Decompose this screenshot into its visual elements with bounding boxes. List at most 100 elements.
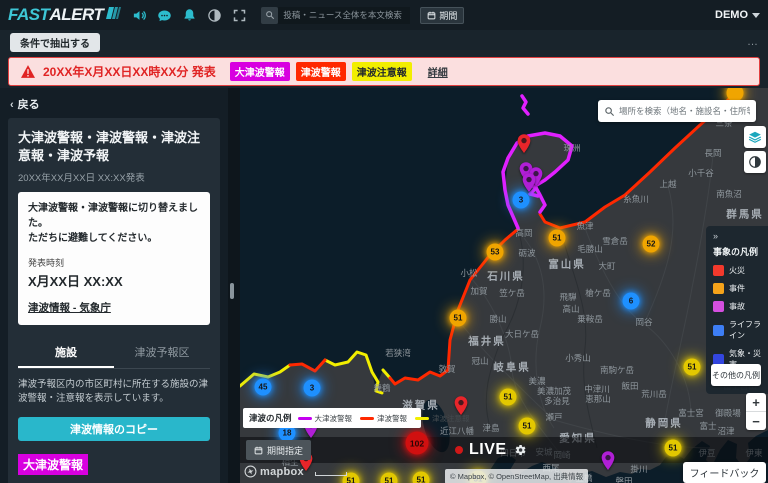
search-icon[interactable] [261,7,278,24]
map-place-label: 長岡 [704,147,721,159]
cluster-marker[interactable]: 51 [549,230,566,247]
contrast-icon[interactable] [207,8,222,23]
filter-toolbar: 条件で抽出する … [0,30,768,55]
chevron-down-icon [752,13,760,18]
more-options-icon[interactable]: … [747,36,760,48]
event-category-icon [713,354,724,365]
time-value: X月XX日 XX:XX [28,271,200,290]
event-legend-item[interactable]: 火災 [713,265,768,276]
cluster-marker[interactable]: 52 [643,236,660,253]
gear-icon[interactable] [513,443,527,457]
cluster-marker[interactable]: 51 [450,310,467,327]
map-search-input[interactable] [619,106,750,116]
mapbox-wordmark: mapbox [260,466,304,478]
chevron-left-icon: ‹ [10,99,14,111]
scrollbar-thumb[interactable] [230,283,234,299]
detail-link[interactable]: 詳細 [428,64,448,79]
cluster-marker[interactable]: 53 [487,244,504,261]
notice-box: 大津波警報・津波警報に切り替えました。 ただちに避難してください。 発表時刻 X… [18,192,210,325]
map-place-label: 瀬戸 [545,411,562,423]
map-contrast-button[interactable] [744,151,766,173]
map-place-label: 糸魚川 [623,193,649,205]
map-place-label: 魚津 [576,220,593,232]
period-button[interactable]: 期間 [420,7,464,24]
cluster-marker[interactable]: 51 [684,359,701,376]
map-place-label: 富士宮 [678,407,704,419]
tsunami-line-swatch [298,417,312,420]
map-place-label: 掛川 [630,463,647,475]
extract-conditions-button[interactable]: 条件で抽出する [10,33,100,52]
fastalert-logo[interactable]: FASTALERT [8,5,122,25]
layers-button[interactable] [744,126,766,148]
pin-marker[interactable] [600,451,616,471]
map-place-label: 乗鞍岳 [577,313,603,325]
mapbox-mark-icon [244,465,257,478]
collapse-legend-icon[interactable]: » [713,231,768,241]
cluster-marker[interactable]: 51 [519,418,536,435]
period-range-button[interactable]: 期間指定 [246,440,311,460]
tsunami-line-swatch [360,417,374,420]
cluster-marker[interactable]: 45 [255,379,272,396]
cluster-marker[interactable]: 51 [413,472,430,483]
cluster-marker[interactable]: 102 [406,432,429,455]
panel-tab[interactable]: 津波予報区 [114,337,210,368]
notice-line-1: 大津波警報・津波警報に切り替えました。 [28,201,200,231]
bell-icon[interactable] [182,8,197,23]
map-place-label: 南魚沼 [716,188,742,200]
tsunami-alert-banner: 20XX年X月XX日XX時XX分 発表 大津波警報津波警報津波注意報 詳細 [8,57,760,86]
chat-icon[interactable] [157,8,172,23]
global-search-input[interactable] [278,7,410,24]
other-legend-button[interactable]: その他の凡例 [711,364,761,386]
event-category-icon [713,283,724,294]
panel-tab[interactable]: 施設 [18,337,114,368]
cluster-marker[interactable]: 51 [500,389,517,406]
map-place-label: 高岡 [515,227,532,239]
map-place-label: 小秀山 [565,352,591,364]
feedback-button[interactable]: フィードバック [683,462,766,483]
tsunami-legend: 津波の凡例 大津波警報 津波警報 津波注意報 [243,408,421,428]
pin-marker[interactable] [516,134,532,154]
warning-level-badge: 大津波警報 [18,454,88,475]
copy-tsunami-info-button[interactable]: 津波情報のコピー [18,417,210,441]
cluster-marker[interactable]: 3 [513,192,530,209]
cluster-marker[interactable]: 51 [665,440,682,457]
map-place-label: 小松 [460,267,477,279]
map-attribution[interactable]: © Mapbox, © OpenStreetMap, 出典情報 [445,469,588,483]
volume-icon[interactable] [132,8,147,23]
panel-title: 大津波警報・津波警報・津波注意報・津波予報 [18,129,210,164]
calendar-icon [254,446,263,455]
cluster-marker[interactable]: 3 [304,380,321,397]
event-legend-item[interactable]: ライフライン [713,319,768,341]
map-place-label: 飯田 [621,380,638,392]
mapbox-logo[interactable]: mapbox [244,465,304,478]
alert-badge: 津波警報 [296,62,346,81]
zoom-out-button[interactable]: − [746,412,766,430]
layers-icon [748,130,762,144]
event-legend-item[interactable]: 事件 [713,283,768,294]
jma-source-link[interactable]: 津波情報 - 気象庁 [28,300,111,315]
map-place-label: 雪倉岳 [602,235,628,247]
fullscreen-icon[interactable] [232,8,247,23]
panel-gutter [228,88,240,483]
tab-description: 津波予報区内の市区町村に所在する施設の津波警報・注意報を表示しています。 [18,378,210,407]
disaster-map[interactable]: 三条長岡小千谷上越糸魚川南魚沼群馬県珠洲魚津高岡砺波石川県富山県小松加賀大町雪倉… [240,88,768,483]
tsunami-legend-label: 津波注意報 [432,413,470,424]
account-menu[interactable]: DEMO [715,9,760,21]
fastalert-app: FASTALERT 期間 DEMO 条件で抽出する … [0,0,768,483]
alert-time-text: 20XX年X月XX日XX時XX分 発表 [43,63,216,80]
map-place-label: 毛勝山 [577,243,603,255]
map-place-label: 岡谷 [635,316,652,328]
map-place-label: 津島 [482,422,499,434]
back-button[interactable]: ‹戻る [0,88,228,118]
map-scale-bar [315,472,347,476]
cluster-marker[interactable]: 51 [381,473,398,483]
tsunami-legend-item: 大津波警報 [298,413,353,424]
account-label: DEMO [715,9,748,21]
map-place-label: 荒川岳 [641,388,667,400]
period-range-label: 期間指定 [267,444,303,457]
zoom-in-button[interactable]: + [746,393,766,412]
map-place-label: 大日ケ岳 [505,328,539,340]
pin-marker[interactable] [521,173,537,193]
event-legend-item[interactable]: 事故 [713,301,768,312]
cluster-marker[interactable]: 6 [623,293,640,310]
